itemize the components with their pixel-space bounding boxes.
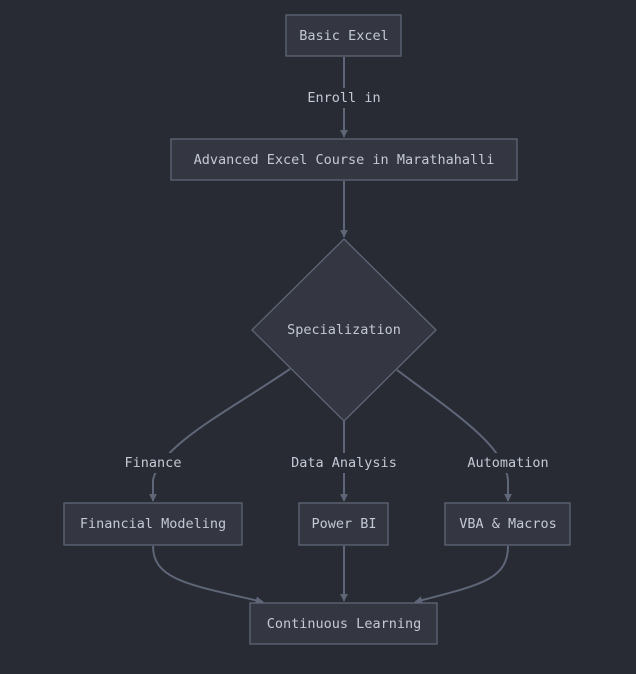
node-label: Financial Modeling bbox=[80, 516, 226, 532]
node-specialization-decision: Specialization bbox=[251, 238, 437, 422]
node-power-bi: Power BI bbox=[298, 502, 389, 546]
node-label: Basic Excel bbox=[299, 28, 388, 44]
node-basic-excel: Basic Excel bbox=[285, 14, 402, 57]
edge-financial-continuous bbox=[152, 545, 264, 605]
node-label: Continuous Learning bbox=[267, 616, 421, 632]
edge-label-finance: Finance bbox=[118, 453, 188, 473]
flowchart: Enroll in Finance Data Analysis Automati… bbox=[63, 14, 571, 645]
node-label: Advanced Excel Course in Marathahalli bbox=[194, 152, 495, 168]
edge-label-text: Enroll in bbox=[307, 90, 380, 106]
node-advanced-excel-course: Advanced Excel Course in Marathahalli bbox=[170, 138, 518, 181]
node-continuous-learning: Continuous Learning bbox=[249, 602, 438, 645]
node-vba-macros: VBA & Macros bbox=[444, 502, 571, 546]
node-financial-modeling: Financial Modeling bbox=[63, 502, 243, 546]
node-label: VBA & Macros bbox=[459, 516, 557, 532]
node-label: Specialization bbox=[287, 322, 401, 338]
edge-specialization-vba bbox=[396, 369, 512, 502]
node-label: Power BI bbox=[311, 516, 376, 532]
edge-label-text: Finance bbox=[125, 455, 182, 471]
edge-label-automation: Automation bbox=[460, 453, 556, 473]
edge-label-data-analysis: Data Analysis bbox=[282, 453, 406, 473]
edge-vba-continuous bbox=[414, 545, 509, 605]
edge-label-text: Data Analysis bbox=[291, 455, 397, 471]
edge-label-text: Automation bbox=[467, 455, 548, 471]
edge-specialization-financial bbox=[149, 368, 291, 502]
edge-label-enroll: Enroll in bbox=[300, 88, 388, 108]
